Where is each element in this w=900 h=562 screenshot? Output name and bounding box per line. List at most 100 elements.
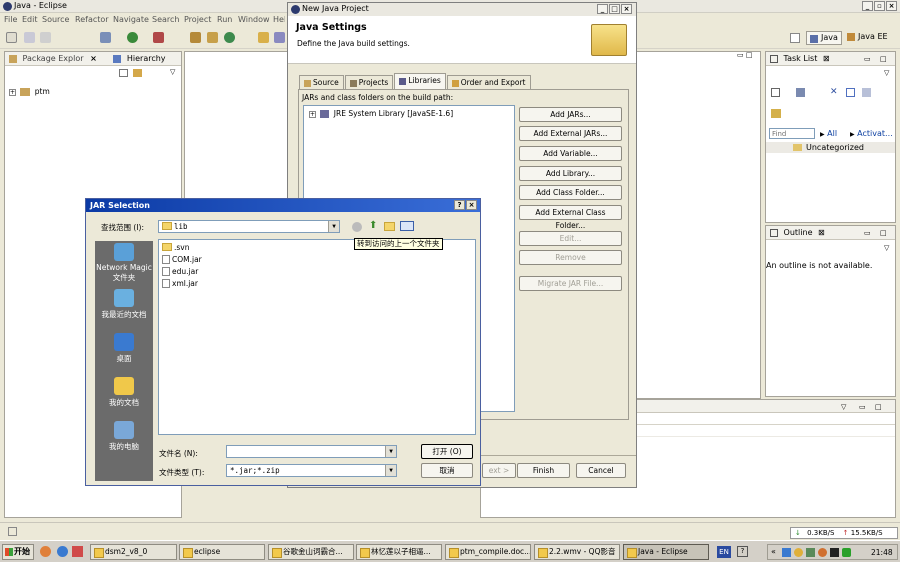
expand-library-icon[interactable]: + — [309, 111, 316, 118]
close-tab-icon[interactable]: × — [90, 54, 97, 63]
menu-navigate[interactable]: Navigate — [113, 15, 149, 24]
menu-source[interactable]: Source — [42, 15, 69, 24]
expand-icon[interactable]: + — [9, 89, 16, 96]
filename-combo[interactable]: ▼ — [226, 445, 397, 458]
quicklaunch-firefox-icon[interactable] — [40, 546, 51, 557]
jar-cancel-button[interactable]: 取消 — [421, 463, 473, 478]
language-indicator[interactable]: EN — [717, 546, 731, 558]
tab-package-explorer[interactable]: Package Explor — [23, 54, 84, 63]
look-in-combo[interactable]: lib ▼ — [158, 220, 340, 233]
perspective-java[interactable]: Java — [806, 31, 842, 45]
menu-project[interactable]: Project — [184, 15, 211, 24]
save-icon[interactable] — [24, 32, 35, 43]
restore-button[interactable]: ▫ — [874, 1, 885, 11]
add-external-jars-button[interactable]: Add External JARs... — [519, 126, 622, 141]
open-type-icon[interactable] — [258, 32, 269, 43]
help-button[interactable]: ? — [454, 200, 465, 210]
outline-view-menu-icon[interactable]: ▽ — [884, 244, 889, 252]
file-list[interactable]: .svn COM.jar edu.jar xml.jar — [158, 239, 476, 435]
taskbar-item-eclipse[interactable]: eclipse — [179, 544, 265, 560]
place-recent-docs[interactable]: 我最近的文档 — [95, 289, 153, 320]
close-task-list-icon[interactable]: ⊠ — [823, 54, 830, 63]
place-network-magic[interactable]: Network Magic 文件夹 — [95, 243, 153, 283]
debug-icon[interactable] — [100, 32, 111, 43]
add-class-folder-button[interactable]: Add Class Folder... — [519, 185, 622, 200]
tray-qq-icon[interactable] — [794, 548, 803, 557]
maximize-view-icon[interactable]: □ — [746, 51, 753, 59]
task-category-row[interactable]: Uncategorized — [766, 142, 895, 153]
task-filter-icon[interactable] — [796, 88, 805, 97]
menu-window[interactable]: Window — [238, 15, 270, 24]
bottom-maximize-icon[interactable]: □ — [875, 400, 882, 414]
dialog-maximize-button[interactable]: □ — [609, 4, 620, 14]
tab-libraries[interactable]: Libraries — [394, 73, 446, 90]
taskbar-item-java-eclipse[interactable]: Java - Eclipse — [623, 544, 709, 560]
menu-refactor[interactable]: Refactor — [75, 15, 109, 24]
outline-minimize-icon[interactable]: ▭ — [864, 226, 871, 240]
list-item[interactable]: xml.jar — [162, 279, 198, 288]
filetype-combo[interactable]: *.jar;*.zip ▼ — [226, 464, 397, 477]
menu-run[interactable]: Run — [217, 15, 232, 24]
list-item[interactable]: .svn — [162, 243, 189, 252]
tab-order-export[interactable]: Order and Export — [446, 75, 531, 90]
start-button[interactable]: 开始 — [2, 544, 34, 560]
tab-source[interactable]: Source — [299, 75, 344, 90]
tab-projects[interactable]: Projects — [344, 75, 394, 90]
new-package-icon[interactable] — [207, 32, 218, 43]
view-menu-icon[interactable]: ▽ — [170, 68, 175, 76]
link-editor-icon[interactable] — [133, 69, 142, 77]
tab-hierarchy[interactable]: Hierarchy — [127, 54, 166, 63]
help-tray-icon[interactable]: ? — [737, 546, 748, 557]
task-focus-icon[interactable] — [846, 88, 855, 97]
close-outline-icon[interactable]: ⊠ — [818, 228, 825, 237]
jre-library-item[interactable]: + JRE System Library [JavaSE-1.6] — [309, 109, 453, 118]
filename-dropdown-icon[interactable]: ▼ — [385, 446, 396, 457]
new-folder-icon[interactable] — [384, 222, 395, 231]
taskbar-item-word[interactable]: ptm_compile.doc... — [445, 544, 531, 560]
place-my-documents[interactable]: 我的文档 — [95, 377, 153, 408]
back-icon[interactable] — [352, 222, 362, 232]
cancel-button[interactable]: Cancel — [576, 463, 626, 478]
bottom-minimize-icon[interactable]: ▭ — [859, 400, 866, 414]
dropdown-arrow-icon[interactable]: ▼ — [328, 221, 339, 232]
print-icon[interactable] — [40, 32, 51, 43]
search-icon[interactable] — [274, 32, 285, 43]
add-library-button[interactable]: Add Library... — [519, 166, 622, 181]
list-item[interactable]: edu.jar — [162, 267, 198, 276]
run-icon[interactable] — [127, 32, 138, 43]
remove-button[interactable]: Remove — [519, 250, 622, 265]
new-icon[interactable] — [6, 32, 17, 43]
task-find-input[interactable] — [769, 128, 815, 139]
menu-help[interactable]: Help — [273, 15, 285, 24]
quicklaunch-ie-icon[interactable] — [57, 546, 68, 557]
taskbar-item-dsm2[interactable]: dsm2_v8_0 — [90, 544, 177, 560]
place-desktop[interactable]: 桌面 — [95, 333, 153, 364]
open-button[interactable]: 打开 (O) — [421, 444, 473, 459]
outline-maximize-icon[interactable]: □ — [880, 226, 887, 240]
tab-task-list[interactable]: Task List — [784, 54, 818, 63]
taskbar-item-dictionary[interactable]: 谷歌金山词霸合... — [268, 544, 354, 560]
list-item[interactable]: COM.jar — [162, 255, 202, 264]
quicklaunch-media-icon[interactable] — [72, 546, 83, 557]
task-minimize-icon[interactable]: ▭ — [864, 52, 871, 66]
edit-button[interactable]: Edit... — [519, 231, 622, 246]
collapse-all-icon[interactable] — [119, 69, 128, 77]
tree-item-project[interactable]: + ptm — [9, 87, 50, 96]
open-perspective-icon[interactable] — [790, 33, 800, 43]
dialog-minimize-button[interactable]: _ — [597, 4, 608, 14]
tray-app-icon[interactable] — [782, 548, 791, 557]
migrate-jar-button[interactable]: Migrate JAR File... — [519, 276, 622, 291]
task-maximize-icon[interactable]: □ — [880, 52, 887, 66]
tray-volume-icon[interactable] — [818, 548, 827, 557]
add-variable-button[interactable]: Add Variable... — [519, 146, 622, 161]
task-all-filter[interactable]: ▶ All — [820, 129, 837, 138]
tray-monitor-icon[interactable] — [830, 548, 839, 557]
new-java-project-icon[interactable] — [190, 32, 201, 43]
menu-search[interactable]: Search — [152, 15, 179, 24]
taskbar-item-browser[interactable]: 林忆莲以子相逼... — [356, 544, 442, 560]
task-repository-icon[interactable] — [771, 109, 781, 118]
task-view-menu-icon[interactable]: ▽ — [884, 69, 889, 77]
finish-button[interactable]: Finish — [517, 463, 570, 478]
tray-expand-icon[interactable]: « — [771, 547, 776, 556]
minimize-button[interactable]: _ — [862, 1, 873, 11]
